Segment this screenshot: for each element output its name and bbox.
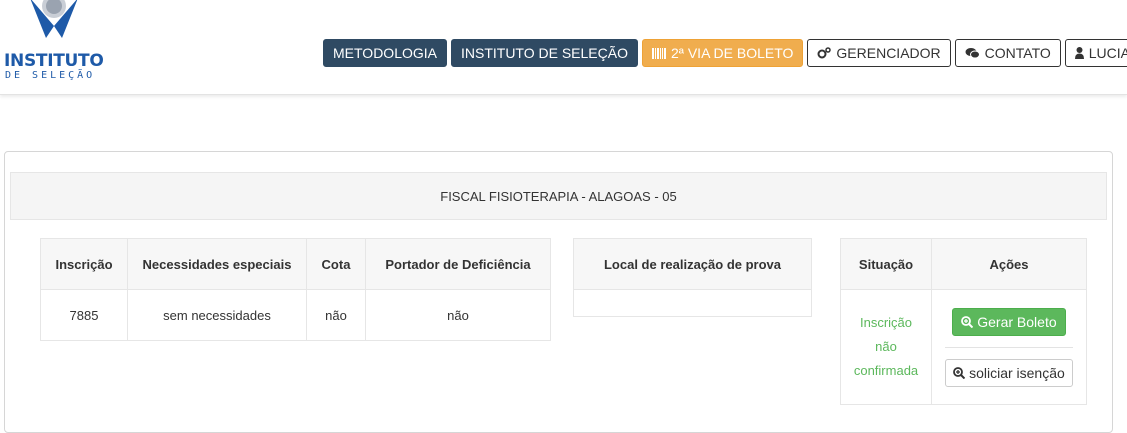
main-nav: METODOLOGIA INSTITUTO DE SELEÇÃO 2ª VIA … [323,39,1127,67]
cell-cota: não [306,289,366,341]
solicitar-isencao-label: soliciar isenção [969,364,1065,381]
chat-icon [965,48,980,59]
local-table: Local de realização de prova [573,238,812,317]
user-menu-button[interactable]: LUCIANA [1064,39,1127,67]
table-row [573,289,812,317]
inscription-panel: FISCAL FISIOTERAPIA - ALAGOAS - 05 Inscr… [4,151,1113,433]
nav-boleto-button[interactable]: 2ª VIA DE BOLETO [641,39,804,67]
nav-boleto-label: 2ª VIA DE BOLETO [670,45,794,61]
user-name-label: LUCIANA [1088,45,1127,61]
header-inscricao: Inscrição [40,238,128,290]
cell-portador: não [365,289,551,341]
solicitar-isencao-button[interactable]: soliciar isenção [945,358,1073,387]
nav-instituto-button[interactable]: INSTITUTO DE SELEÇÃO [450,39,638,67]
table-row: 7885 sem necessidades não não [40,289,551,341]
header-acoes: Ações [931,238,1087,290]
nav-metodologia-label: METODOLOGIA [333,45,437,61]
status-table: Situação Ações Inscrição não confirmada … [840,238,1087,405]
barcode-icon [651,47,666,59]
header-portador: Portador de Deficiência [365,238,551,290]
cell-necessidades: sem necessidades [127,289,307,341]
nav-metodologia-button[interactable]: METODOLOGIA [323,39,447,67]
table-row: Inscrição não confirmada Gerar Boleto so… [840,289,1087,405]
cell-acoes: Gerar Boleto soliciar isenção [931,289,1087,405]
nav-contato-button[interactable]: CONTATO [954,39,1061,67]
header-local: Local de realização de prova [573,238,812,290]
table-header-row: Inscrição Necessidades especiais Cota Po… [40,238,551,290]
cell-local [573,289,812,317]
logo-subtitle: DE SELEÇÃO [5,70,96,81]
nav-instituto-label: INSTITUTO DE SELEÇÃO [460,45,628,61]
user-icon [1074,47,1084,59]
nav-gerenciador-button[interactable]: GERENCIADOR [807,39,951,67]
cell-inscricao: 7885 [40,289,128,341]
top-header: INSTITUTO DE SELEÇÃO METODOLOGIA INSTITU… [0,0,1127,95]
status-line: confirmada [853,363,919,378]
logo-name: INSTITUTO [4,51,104,71]
table-header-row: Local de realização de prova [573,238,812,290]
header-situacao: Situação [840,238,932,290]
gerar-boleto-button[interactable]: Gerar Boleto [952,307,1066,336]
status-line: Inscrição [859,315,913,330]
table-header-row: Situação Ações [840,238,1087,290]
header-necessidades: Necessidades especiais [127,238,307,290]
site-logo[interactable]: INSTITUTO DE SELEÇÃO [2,0,122,92]
status-line: não [875,339,897,354]
inscricao-table: Inscrição Necessidades especiais Cota Po… [40,238,551,341]
gerar-boleto-label: Gerar Boleto [977,313,1057,330]
header-cota: Cota [306,238,366,290]
divider [945,346,1073,348]
gears-icon [817,47,832,59]
nav-contato-label: CONTATO [984,45,1051,61]
logo-emblem-icon [30,0,78,38]
panel-title: FISCAL FISIOTERAPIA - ALAGOAS - 05 [10,172,1107,220]
zoom-in-icon [961,315,974,328]
nav-gerenciador-label: GERENCIADOR [836,45,941,61]
cell-situacao: Inscrição não confirmada [840,289,932,405]
zoom-in-icon [953,366,966,379]
